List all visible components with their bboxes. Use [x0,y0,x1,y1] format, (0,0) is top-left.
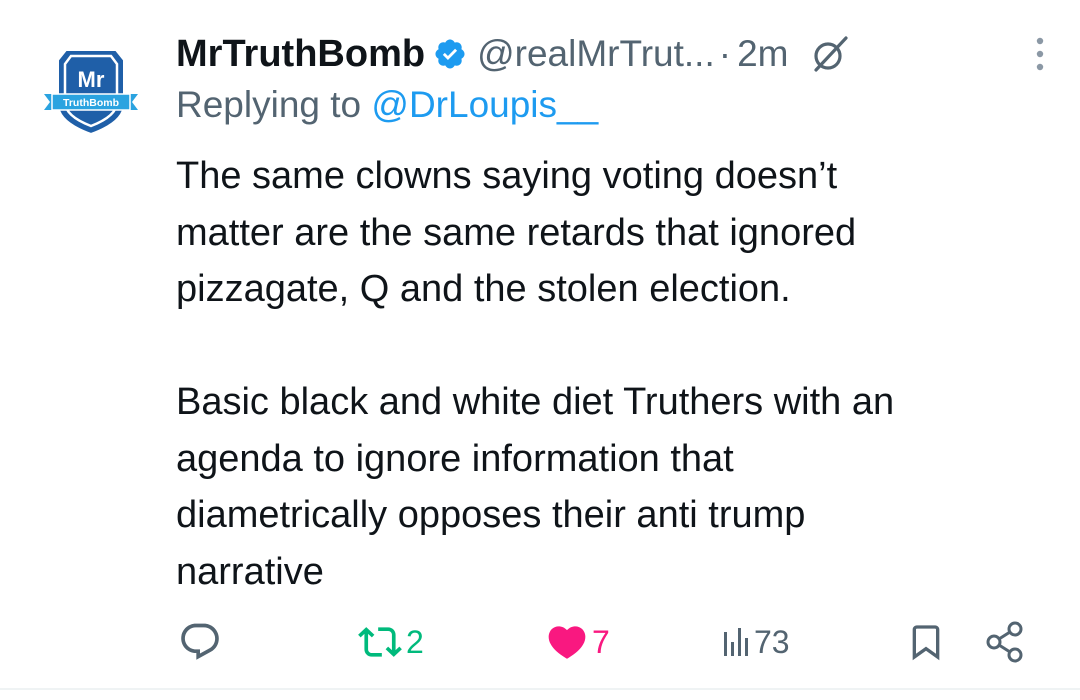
replying-to-label: Replying to [176,84,362,125]
share-button[interactable] [984,612,1026,672]
separator-dot: · [718,33,732,74]
replying-to: Replying to @DrLoupis__ [176,84,598,126]
tweet-text: The same clowns saying voting doesn’t ma… [176,155,895,593]
action-bar: 2 7 73 [0,612,1080,672]
reply-button[interactable] [178,612,224,672]
views-button[interactable]: 73 [722,612,790,672]
retweet-button[interactable]: 2 [356,612,424,672]
display-name[interactable]: MrTruthBomb [176,33,425,76]
timestamp[interactable]: 2m [737,33,788,75]
reply-icon [181,623,219,660]
more-dots-icon[interactable] [1030,34,1050,74]
like-button[interactable]: 7 [544,612,610,672]
bookmark-button[interactable] [906,612,946,672]
reply-mention-link[interactable]: @DrLoupis__ [371,84,598,125]
svg-text:Mr: Mr [78,67,105,92]
verified-badge-icon[interactable] [433,37,467,71]
tweet-header: MrTruthBomb @realMrTrut... · 2m [176,26,1050,82]
bookmark-icon [912,625,940,661]
divider [0,688,1080,690]
truthbomb-logo-icon: Mr TruthBomb [44,49,138,136]
grok-icon[interactable] [810,34,850,74]
views-icon [724,628,748,656]
avatar[interactable]: Mr TruthBomb [44,42,138,136]
share-icon [986,621,1023,663]
retweet-count: 2 [406,623,424,660]
like-count: 7 [592,623,610,660]
author-handle[interactable]: @realMrTrut... [477,33,715,75]
retweet-icon [358,627,402,657]
svg-text:TruthBomb: TruthBomb [63,97,119,109]
heart-icon [548,626,586,659]
views-count: 73 [754,623,790,660]
